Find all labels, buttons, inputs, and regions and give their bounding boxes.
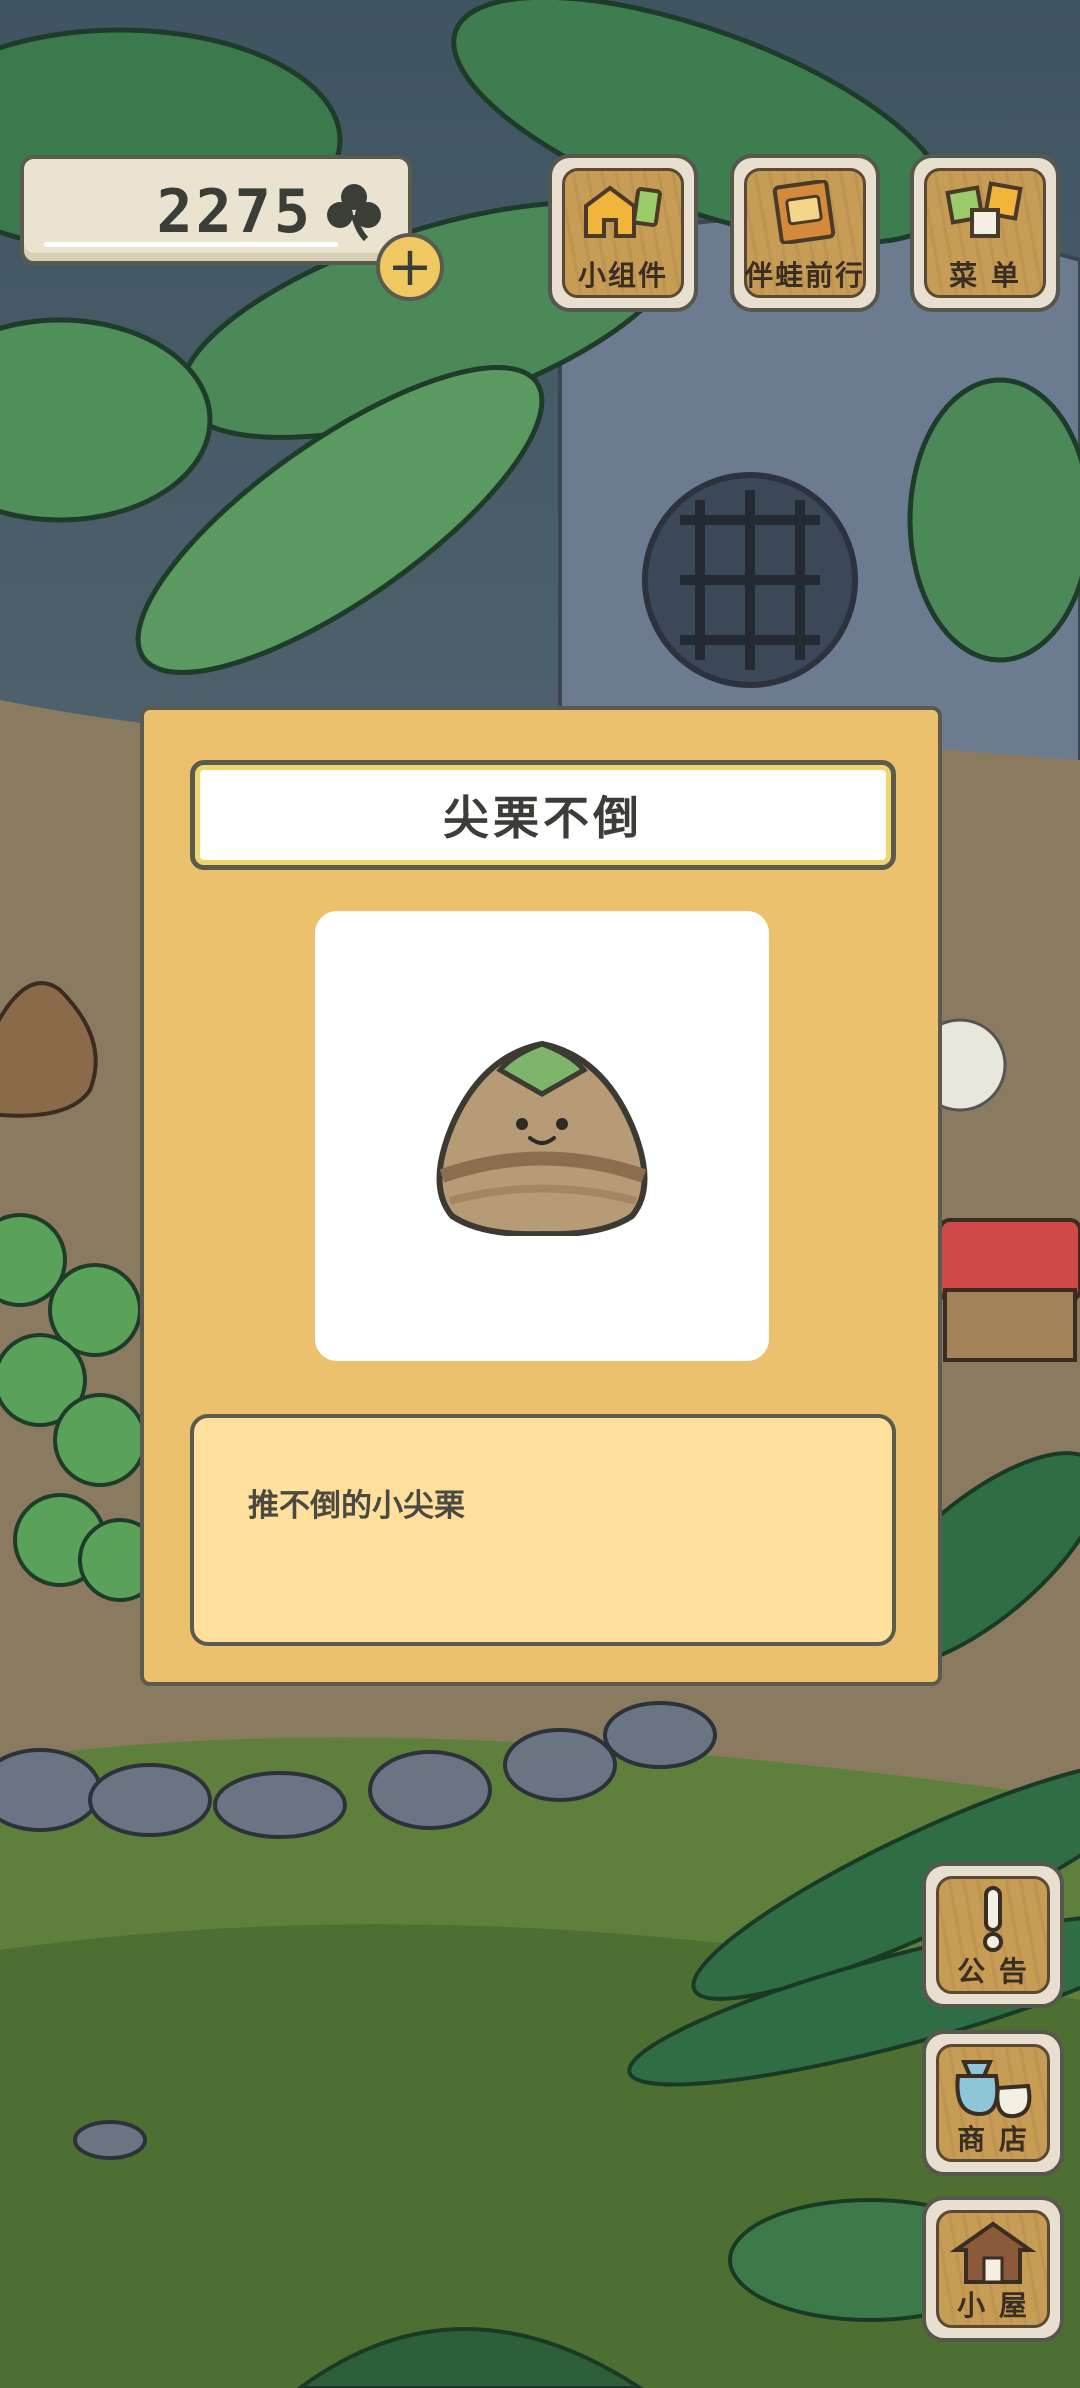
notice-button-label: 公 告 [957,1955,1029,1988]
clover-counter: 2275 [20,155,412,265]
travel-with-frog-button[interactable]: 伴蛙前行 [730,154,880,312]
clover-icon [327,184,381,242]
item-card-dialog[interactable]: 尖栗不倒 推不倒的小尖栗 [140,706,942,1686]
widget-icon [584,185,662,238]
menu-button[interactable]: 菜 单 [910,154,1060,312]
exclamation-icon [983,1886,1003,1952]
widget-button-label: 小组件 [577,259,668,292]
house-button-label: 小 屋 [957,2289,1029,2322]
item-image-frame [315,911,769,1361]
house-icon [950,2221,1036,2284]
menu-icon [945,181,1023,238]
widget-button[interactable]: 小组件 [548,154,698,312]
clover-underline [44,242,338,247]
item-title: 尖栗不倒 [443,791,643,845]
shop-bags-icon [955,2060,1032,2119]
clover-count: 2275 [156,177,313,247]
item-description-box: 推不倒的小尖栗 [190,1414,896,1646]
travel-button-label: 伴蛙前行 [744,259,865,292]
add-clover-button[interactable]: + [376,233,444,301]
shop-button-label: 商 店 [957,2123,1029,2156]
album-icon [772,180,836,244]
chestnut-tumbler-icon [436,1040,648,1236]
item-description: 推不倒的小尖栗 [248,1488,465,1524]
house-button[interactable]: 小 屋 [922,2196,1064,2342]
shop-button[interactable]: 商 店 [922,2030,1064,2176]
item-title-box: 尖栗不倒 [190,760,896,870]
notice-button[interactable]: 公 告 [922,1862,1064,2008]
menu-button-label: 菜 单 [949,259,1021,292]
